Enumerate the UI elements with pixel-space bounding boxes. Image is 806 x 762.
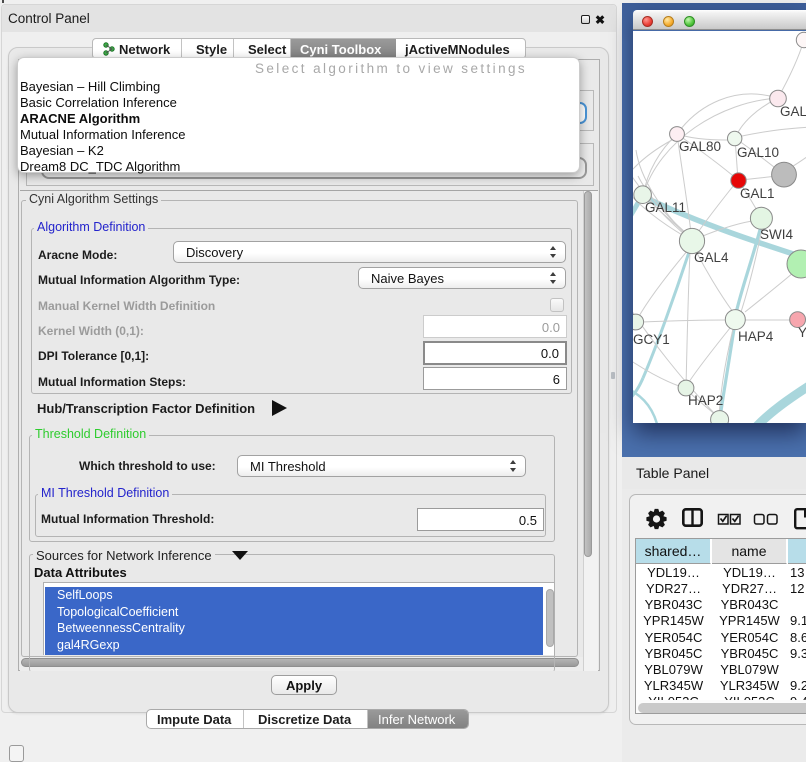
svg-text:GAL1: GAL1	[740, 186, 775, 201]
svg-text:GAL4: GAL4	[694, 250, 729, 265]
svg-text:GCY1: GCY1	[633, 332, 670, 347]
svg-text:GAL80: GAL80	[679, 139, 721, 154]
svg-text:YE: YE	[798, 325, 806, 340]
svg-text:HAP2: HAP2	[688, 393, 723, 408]
svg-text:GAL10: GAL10	[737, 145, 779, 160]
svg-text:GAL11: GAL11	[645, 200, 686, 215]
svg-text:HAP4: HAP4	[738, 329, 774, 344]
svg-text:SWI4: SWI4	[760, 227, 793, 242]
svg-text:GAL7: GAL7	[780, 104, 806, 119]
